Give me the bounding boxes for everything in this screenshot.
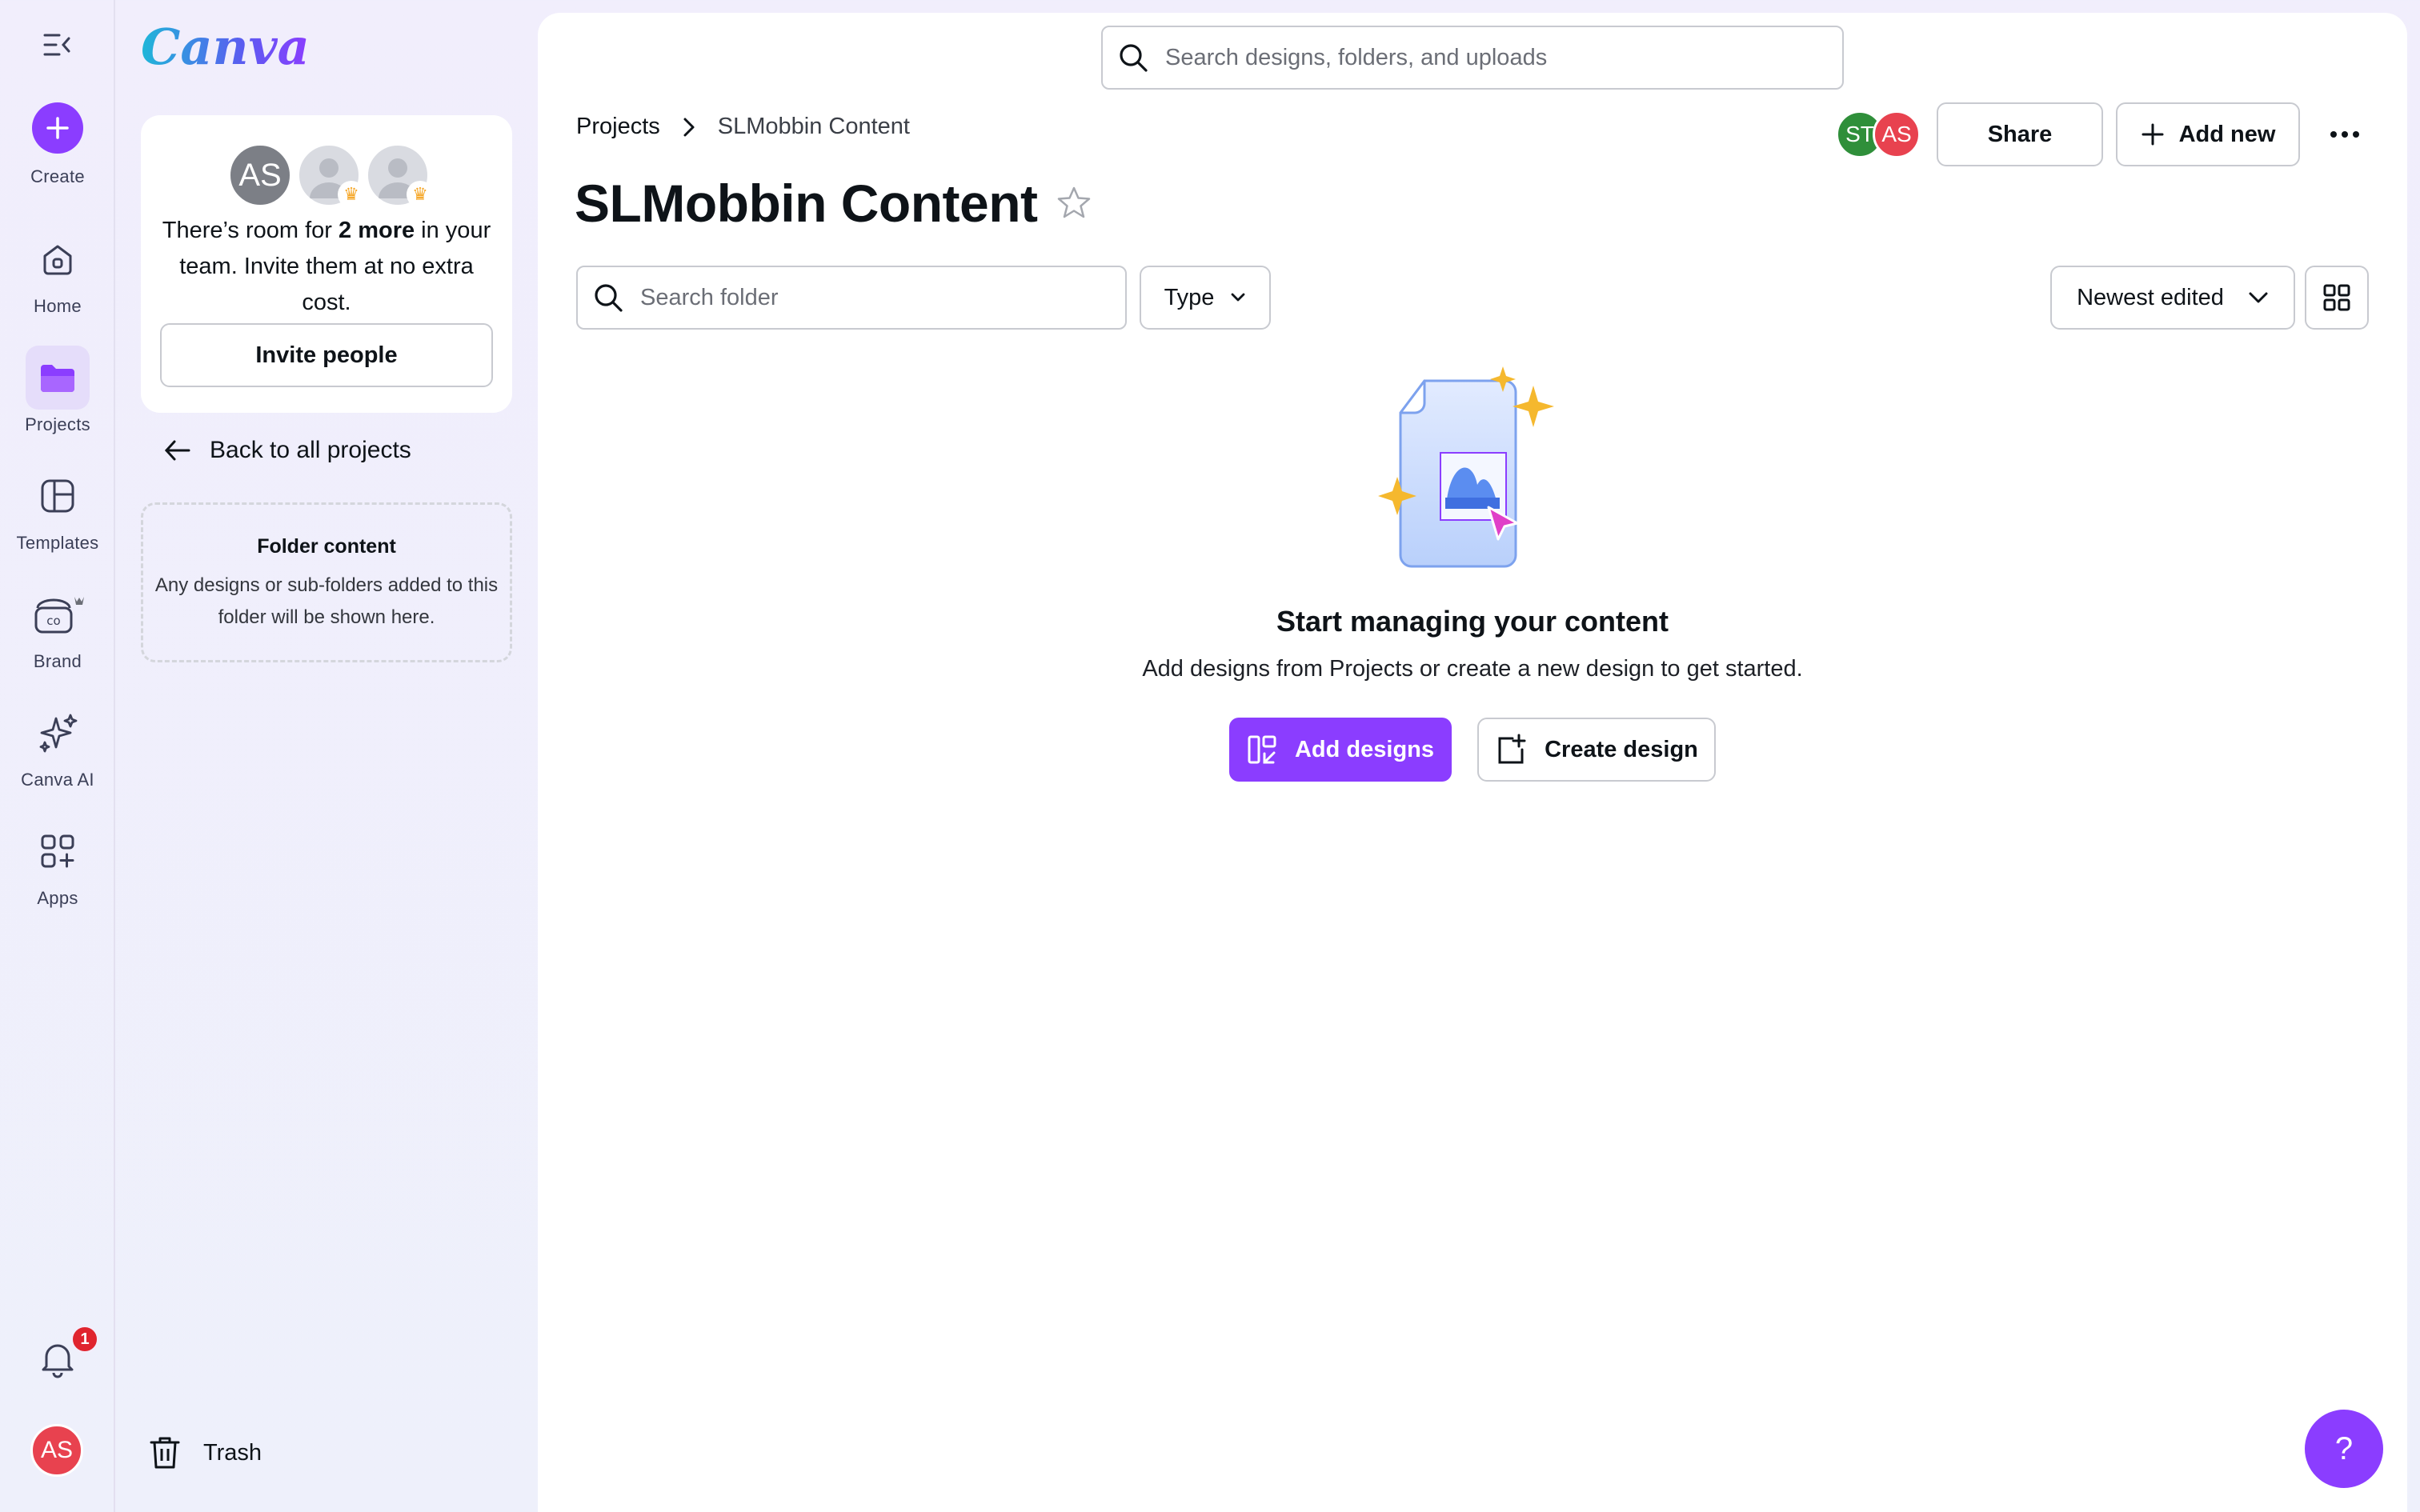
templates-icon [26,464,90,528]
create-design-label: Create design [1545,736,1698,762]
page-title-text: SLMobbin Content [575,174,1038,233]
more-options-icon[interactable] [2321,110,2369,158]
document-illustration-icon [1378,366,1554,568]
help-button[interactable]: ? [2305,1410,2383,1488]
collaborator-avatars[interactable]: ST AS [1836,109,1924,160]
header-actions: ST AS Share Add new [1836,102,2369,166]
create-design-button[interactable]: Create design [1477,718,1716,782]
main-content: Projects SLMobbin Content ST AS Share Ad… [538,13,2407,1512]
trash-link[interactable]: Trash [149,1435,262,1470]
sort-label: Newest edited [2077,284,2224,310]
crown-icon: ♛ [338,181,365,208]
arrow-left-icon [164,440,190,461]
rail-brand-label: Brand [33,651,82,671]
plus-icon [2142,123,2164,146]
brand-icon: co [26,582,90,646]
add-designs-button[interactable]: Add designs [1229,718,1452,782]
apps-icon [26,819,90,883]
folder-search-input[interactable] [640,284,1067,311]
empty-state-actions: Add designs Create design [1229,718,1716,782]
search-icon [595,284,623,312]
avatar: AS [1873,110,1921,158]
add-designs-icon [1248,735,1276,764]
sparkle-icon [26,701,90,765]
chevron-down-icon [2249,292,2268,303]
search-icon [1120,44,1148,72]
share-button[interactable]: Share [1937,102,2103,166]
grid-view-button[interactable] [2305,266,2369,330]
add-new-button[interactable]: Add new [2116,102,2300,166]
add-designs-label: Add designs [1294,736,1434,762]
breadcrumb: Projects SLMobbin Content [576,114,910,140]
collapse-menu-icon[interactable] [42,30,74,59]
crown-icon: ♛ [407,181,434,208]
rail-home-label: Home [34,296,82,316]
rail-projects[interactable]: Projects [0,346,115,435]
rail-create-label: Create [30,166,85,186]
page-title: SLMobbin Content [575,173,1092,234]
add-new-label: Add new [2178,121,2276,147]
chevron-down-icon [1232,293,1245,302]
folder-content-description: Any designs or sub-folders added to this… [154,574,499,628]
rail-home[interactable]: Home [0,227,115,317]
svg-text:co: co [46,614,60,628]
user-avatar[interactable]: AS [30,1424,83,1477]
new-page-icon [1498,734,1526,764]
folder-icon [26,346,90,410]
rail-canva-ai[interactable]: Canva AI [0,701,115,790]
rail-projects-label: Projects [25,414,90,434]
rail-templates-label: Templates [16,533,99,553]
notification-badge: 1 [70,1325,99,1354]
back-to-projects-link[interactable]: Back to all projects [163,437,411,464]
rail-templates[interactable]: Templates [0,464,115,554]
global-search-input[interactable] [1165,44,1745,71]
sort-dropdown[interactable]: Newest edited [2050,266,2295,330]
empty-state: Start managing your content Add designs … [538,365,2407,782]
type-filter-label: Type [1164,284,1215,310]
plus-icon [32,102,83,154]
avatar: AS [227,142,293,208]
empty-state-title: Start managing your content [1276,605,1669,638]
breadcrumb-current: SLMobbin Content [717,114,910,139]
folder-search[interactable] [576,266,1127,330]
left-rail: Create Home Projects Templates co Brand … [0,0,115,1512]
home-icon [26,227,90,291]
back-link-label: Back to all projects [210,437,411,463]
rail-apps-label: Apps [37,888,78,908]
canva-logo[interactable]: Canva [141,18,310,76]
trash-icon [150,1437,180,1469]
invite-card: AS ♛ ♛ There’s room for 2 more in your t… [141,115,512,413]
chevron-right-icon [683,118,695,136]
breadcrumb-projects[interactable]: Projects [576,114,660,140]
rail-brand[interactable]: co Brand [0,582,115,672]
folder-content-info: Folder content Any designs or sub-folder… [141,502,512,662]
rail-canva-ai-label: Canva AI [21,770,94,790]
folder-content-title: Folder content [257,535,396,558]
empty-state-subtitle: Add designs from Projects or create a ne… [1142,656,1803,682]
rail-create[interactable]: Create [0,102,115,187]
team-avatars: AS ♛ ♛ [227,142,435,210]
trash-label: Trash [203,1439,262,1466]
global-search[interactable] [1101,26,1844,90]
invite-people-button[interactable]: Invite people [160,323,493,387]
side-panel: Canva AS ♛ ♛ There’s room for 2 more in … [117,0,538,1512]
type-filter-dropdown[interactable]: Type [1140,266,1271,330]
grid-view-icon [2323,284,2350,311]
rail-apps[interactable]: Apps [0,819,115,909]
star-icon[interactable] [1056,185,1092,222]
invite-message: There’s room for 2 more in your team. In… [162,218,491,315]
